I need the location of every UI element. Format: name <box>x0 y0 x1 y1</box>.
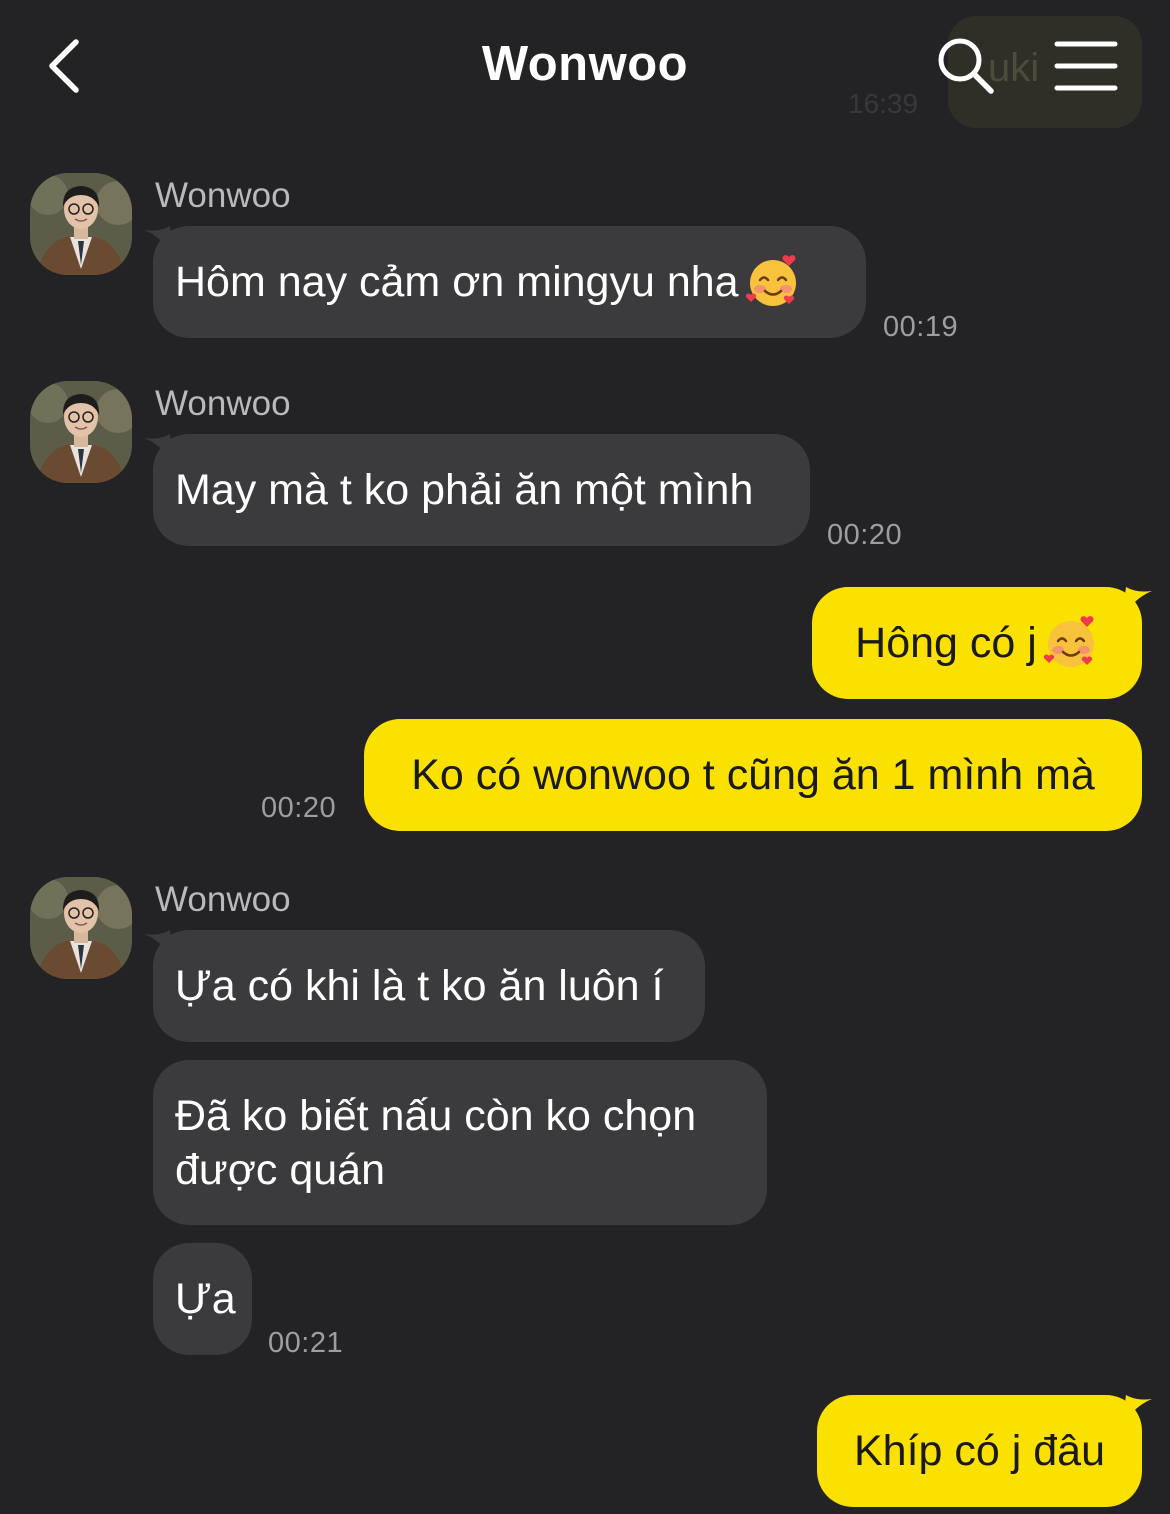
bubble-tail <box>1122 1395 1152 1425</box>
smiling-face-with-hearts-icon <box>745 253 801 309</box>
message-text: Khíp có j đâu <box>853 1427 1105 1475</box>
message-bubble[interactable]: Đã ko biết nấu còn ko chọn được quán <box>153 1060 767 1225</box>
sender-name: Wonwoo <box>155 384 291 423</box>
bubble-tail <box>1122 587 1152 617</box>
message-text: Hôm nay cảm ơn mingyu nha <box>175 258 739 306</box>
message-text: Hông có j <box>855 619 1037 667</box>
message-bubble[interactable]: Khíp có j đâu <box>817 1395 1142 1507</box>
previous-message-time: 16:39 <box>848 88 919 119</box>
avatar[interactable] <box>30 381 132 483</box>
message-text: Ựa có khi là t ko ăn luôn í <box>175 962 664 1010</box>
message-bubble[interactable]: Ko có wonwoo t cũng ăn 1 mình mà <box>364 719 1142 831</box>
message-time: 00:21 <box>268 1327 344 1359</box>
message-time: 00:19 <box>883 311 959 343</box>
message-time: 00:20 <box>827 519 903 551</box>
message-bubble[interactable]: Ựa có khi là t ko ăn luôn í <box>153 930 705 1042</box>
message-bubble[interactable]: May mà t ko phải ăn một mình <box>153 434 810 546</box>
chat-header: uki 16:39 Wonwoo <box>0 0 1170 135</box>
avatar[interactable] <box>30 173 132 275</box>
message-text-line: Đã ko biết nấu còn ko chọn <box>175 1092 697 1140</box>
message-bubble[interactable]: Ựa <box>153 1243 252 1355</box>
message-text-line: được quán <box>175 1146 386 1194</box>
sender-name: Wonwoo <box>155 176 291 215</box>
message-time: 00:20 <box>261 792 337 824</box>
smiling-face-with-hearts-icon <box>1043 614 1099 670</box>
hamburger-menu-icon[interactable] <box>1054 40 1118 92</box>
message-bubble[interactable]: Hông có j <box>812 587 1142 699</box>
message-text: Ko có wonwoo t cũng ăn 1 mình mà <box>411 751 1095 799</box>
search-icon[interactable] <box>936 36 996 96</box>
message-text: May mà t ko phải ăn một mình <box>175 466 754 514</box>
message-bubble[interactable]: Hôm nay cảm ơn mingyu nha <box>153 226 866 338</box>
message-text: Ựa <box>175 1275 236 1323</box>
sender-name: Wonwoo <box>155 880 291 919</box>
avatar[interactable] <box>30 877 132 979</box>
